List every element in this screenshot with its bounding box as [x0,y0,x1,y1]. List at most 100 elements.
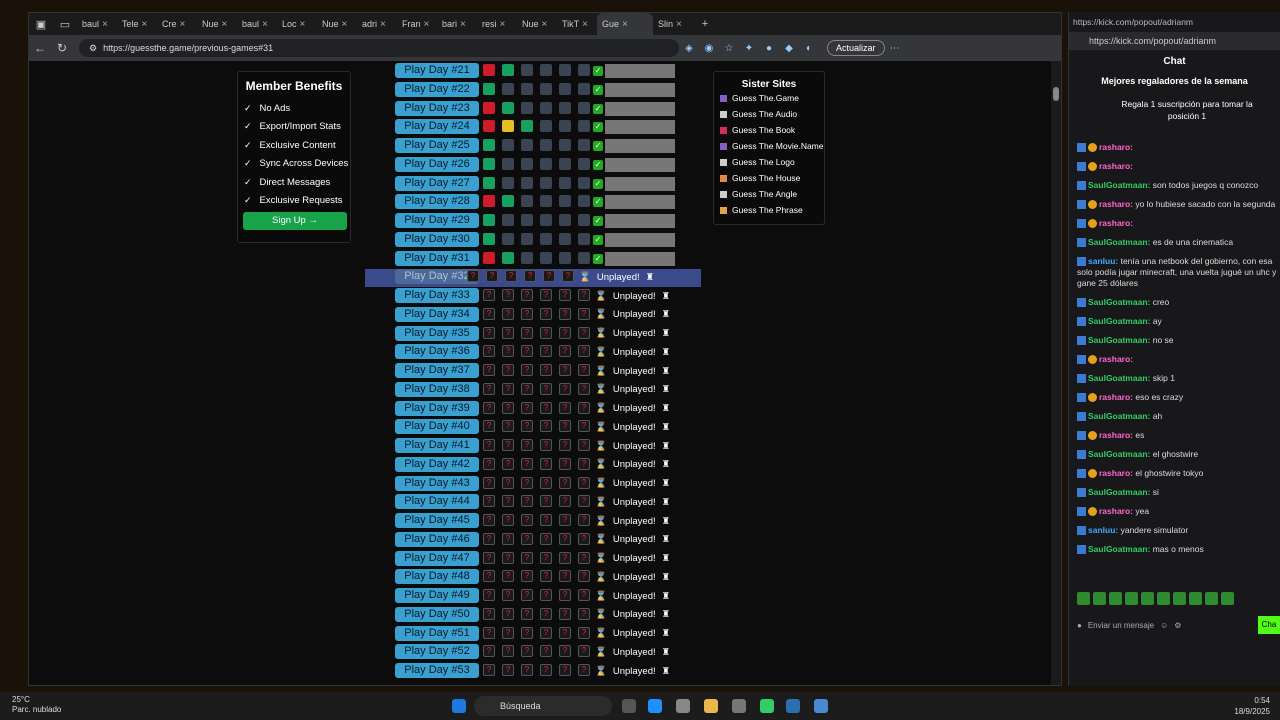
chat-username[interactable]: rasharo: [1099,354,1133,364]
scrollbar-thumb[interactable] [1053,87,1059,101]
extension-icon[interactable]: ◈ [679,43,699,54]
play-day-button[interactable]: Play Day #41 [395,438,479,453]
extension-icon[interactable]: ● [759,43,779,54]
close-icon[interactable]: × [380,19,386,30]
update-button[interactable]: Actualizar [827,40,885,56]
play-day-button[interactable]: Play Day #52 [395,644,479,660]
play-day-button[interactable]: Play Day #30 [395,231,479,247]
chat-username[interactable]: SaulGoatmaan: [1088,297,1150,307]
scrollbar[interactable] [1051,61,1061,685]
chat-username[interactable]: rasharo: [1099,161,1133,171]
close-icon[interactable]: × [424,19,430,30]
close-icon[interactable]: × [582,19,588,30]
emoji-icon[interactable]: ☺ [1160,621,1168,630]
extension-icon[interactable]: ◉ [699,43,719,54]
browser-tab[interactable]: baul × [77,13,117,35]
play-day-button[interactable]: Play Day #33 [395,288,479,303]
play-day-button[interactable]: Play Day #43 [395,475,479,491]
browser-tab[interactable]: baul × [237,13,277,35]
emote-icon[interactable] [1093,592,1106,605]
chat-username[interactable]: rasharo: [1099,506,1133,516]
weather-widget[interactable]: 25°C Parc. nublado [12,695,61,715]
app-icon[interactable] [760,699,774,713]
emote-icon[interactable] [1221,592,1234,605]
chat-username[interactable]: rasharo: [1099,468,1133,478]
tab-actions-icon[interactable]: ▣ [29,18,53,31]
play-day-button[interactable]: Play Day #28 [395,194,479,210]
browser-tab[interactable]: Nue × [317,13,357,35]
play-day-button[interactable]: Play Day #51 [395,625,479,641]
close-icon[interactable]: × [300,19,306,30]
browser-tab[interactable]: Fran × [397,13,437,35]
emote-icon[interactable] [1173,592,1186,605]
task-view-icon[interactable] [622,699,636,713]
sign-up-button[interactable]: Sign Up → [243,212,347,230]
sister-site-link[interactable]: Guess The Logo [714,154,824,170]
emote-icon[interactable] [1157,592,1170,605]
play-day-button[interactable]: Play Day #26 [395,156,479,172]
browser-tab[interactable]: Loc × [277,13,317,35]
chat-send-button[interactable]: Cha [1258,616,1280,634]
play-day-button[interactable]: Play Day #29 [395,213,479,228]
browser-tab[interactable]: Nue × [517,13,557,35]
sister-site-link[interactable]: Guess The Book [714,122,824,138]
chat-username[interactable]: SaulGoatmaan: [1088,411,1150,421]
sister-site-link[interactable]: Guess The House [714,170,824,186]
favorite-icon[interactable]: ☆ [719,43,739,54]
close-icon[interactable]: × [180,19,186,30]
chat-username[interactable]: rasharo: [1099,392,1133,402]
new-tab-icon[interactable]: + [693,18,717,30]
emote-icon[interactable] [1109,592,1122,605]
sister-site-link[interactable]: Guess The.Game [714,90,824,106]
chat-username[interactable]: SaulGoatmaan: [1088,487,1150,497]
close-icon[interactable]: × [676,19,682,30]
chat-username[interactable]: SaulGoatmaan: [1088,373,1150,383]
url-field[interactable]: ⚙ https://guessthe.game/previous-games#3… [79,39,679,57]
notepad-icon[interactable] [814,699,828,713]
extension-icon[interactable]: ✦ [739,43,759,54]
emote-icon[interactable] [1189,592,1202,605]
reload-icon[interactable]: ↻ [51,41,73,55]
browser-tab[interactable]: Tele × [117,13,157,35]
browser-tab[interactable]: bari × [437,13,477,35]
close-icon[interactable]: × [142,19,148,30]
emote-icon[interactable] [1205,592,1218,605]
play-day-button[interactable]: Play Day #40 [395,419,479,435]
play-day-button[interactable]: Play Day #31 [395,250,479,266]
browser-tab[interactable]: Slin × [653,13,693,35]
browser-tab[interactable]: TikT × [557,13,597,35]
store-icon[interactable] [676,699,690,713]
play-day-button[interactable]: Play Day #36 [395,344,479,360]
chat-input[interactable]: Enviar un mensaje [1088,621,1154,630]
play-day-button[interactable]: Play Day #49 [395,588,479,603]
browser-tab[interactable]: resi × [477,13,517,35]
play-day-button[interactable]: Play Day #34 [395,306,479,322]
taskbar-search[interactable]: Búsqueda [474,696,612,716]
chat-username[interactable]: SaulGoatmaan: [1088,544,1150,554]
site-info-icon[interactable]: ⚙ [89,43,97,54]
close-icon[interactable]: × [262,19,268,30]
play-day-button[interactable]: Play Day #45 [395,513,479,528]
play-day-button[interactable]: Play Day #37 [395,363,479,378]
steam-icon[interactable] [786,699,800,713]
play-day-button[interactable]: Play Day #38 [395,381,479,397]
clock[interactable]: 0:54 18/9/2025 [1234,695,1270,717]
chat-username[interactable]: sanluu: [1088,525,1118,535]
chat-username[interactable]: rasharo: [1099,199,1133,209]
emote-icon[interactable] [1077,592,1090,605]
close-icon[interactable]: × [222,19,228,30]
chat-username[interactable]: sanluu: [1088,256,1118,266]
extension-icon[interactable]: ◆ [779,43,799,54]
sister-site-link[interactable]: Guess The Phrase [714,202,824,218]
vertical-tabs-icon[interactable]: ▭ [53,18,77,31]
play-day-button[interactable]: Play Day #44 [395,494,479,510]
sister-site-link[interactable]: Guess The Angle [714,186,824,202]
play-day-button[interactable]: Play Day #47 [395,550,479,566]
play-day-button[interactable]: Play Day #39 [395,400,479,416]
browser-tab[interactable]: Nue × [197,13,237,35]
folder-icon[interactable] [704,699,718,713]
chat-username[interactable]: SaulGoatmaan: [1088,180,1150,190]
chat-username[interactable]: rasharo: [1099,142,1133,152]
play-day-button[interactable]: Play Day #21 [395,63,479,78]
close-icon[interactable]: × [460,19,466,30]
